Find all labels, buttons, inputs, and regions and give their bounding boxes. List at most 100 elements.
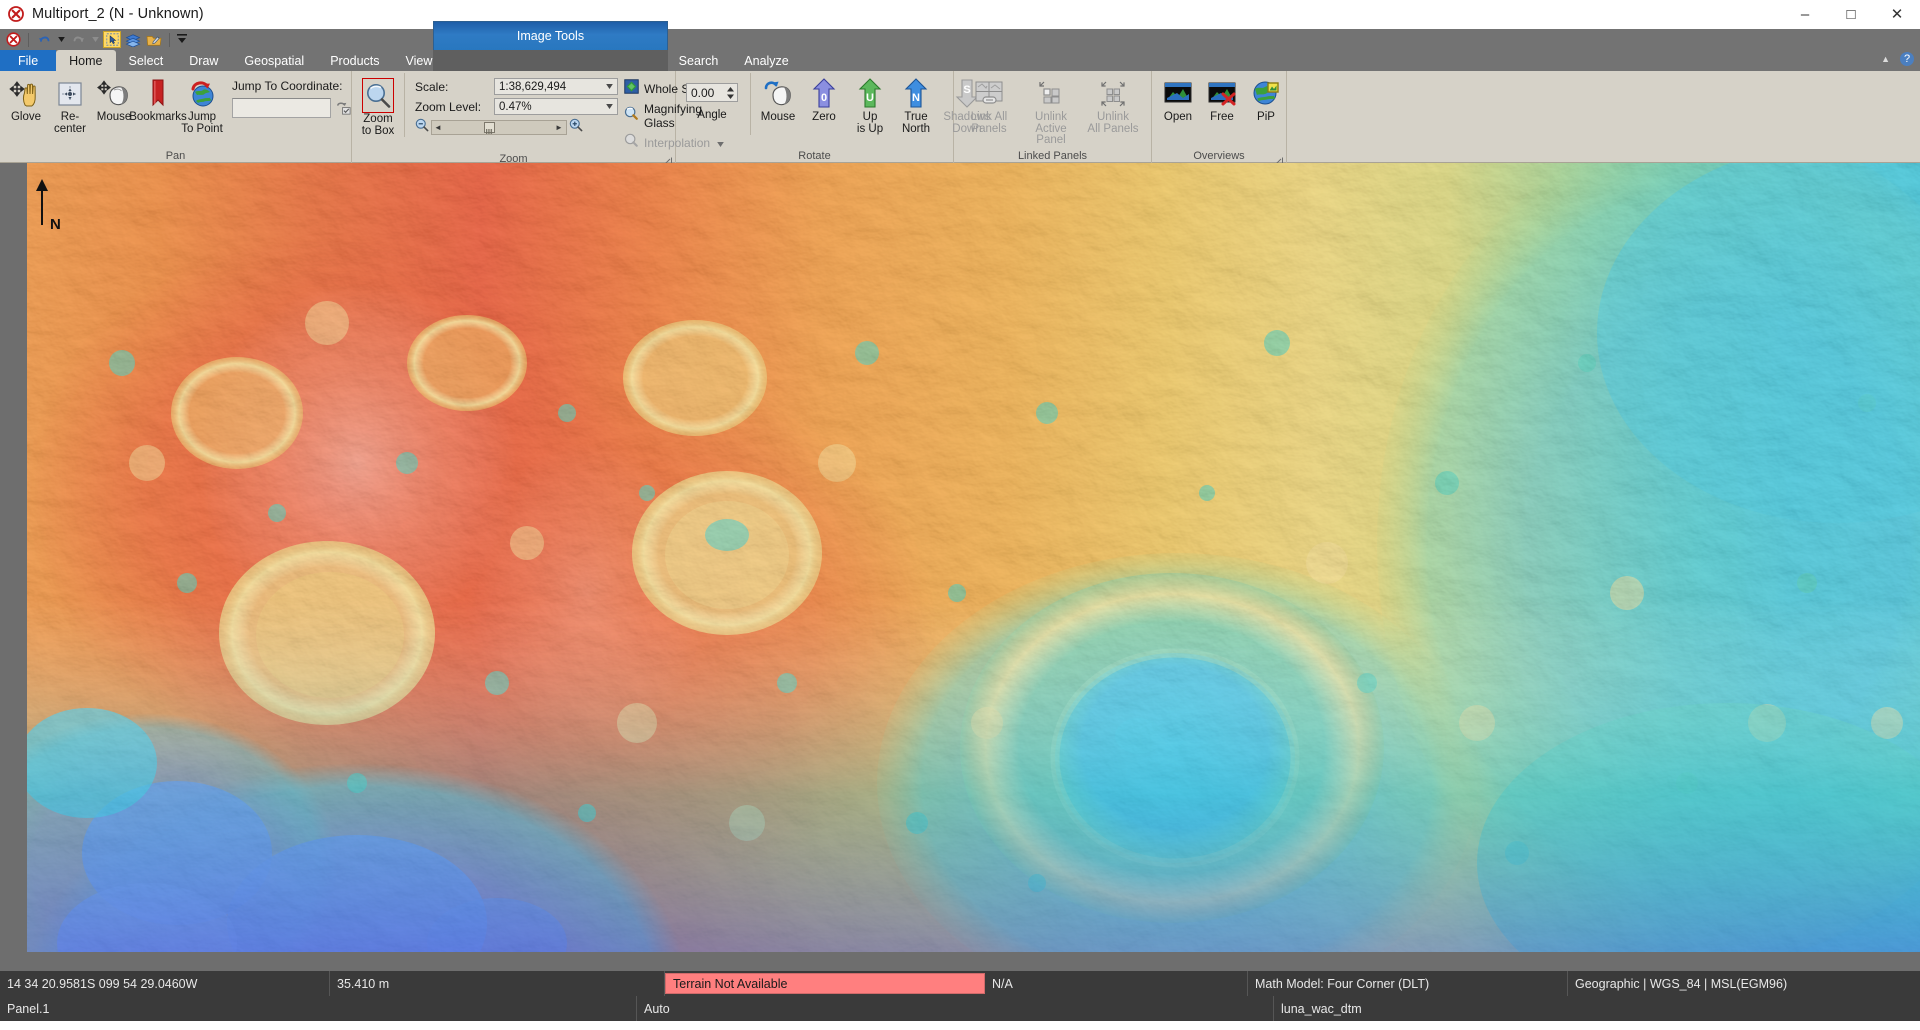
overview-free-button[interactable]: Free: [1200, 73, 1244, 124]
pan-jump-to-point-label: Jump To Point: [181, 112, 223, 135]
folder-pencil-icon[interactable]: [145, 31, 163, 48]
overview-open-label: Open: [1164, 112, 1192, 124]
pan-jump-to-point-button[interactable]: Jump To Point: [180, 73, 224, 135]
jump-to-coordinate-input[interactable]: [232, 98, 331, 118]
undo-icon[interactable]: [35, 31, 53, 48]
scale-combo[interactable]: 1:38,629,494: [494, 78, 618, 95]
map-viewport[interactable]: N: [0, 163, 1920, 971]
tab-search[interactable]: Search: [666, 50, 732, 71]
projection-readout: Geographic | WGS_84 | MSL(EGM96): [1568, 971, 1920, 996]
rotate-mouse-label: Mouse: [761, 112, 796, 124]
undo-dropdown-icon[interactable]: [56, 31, 66, 48]
jump-to-coordinate-control: Jump To Coordinate:: [224, 73, 356, 118]
angle-label: Angle: [697, 109, 726, 121]
angle-value: 0.00: [691, 86, 714, 100]
zero-arrow-icon: 0: [812, 77, 836, 110]
pan-glove-button[interactable]: Glove: [4, 73, 48, 124]
pan-glove-label: Glove: [11, 112, 41, 124]
pan-bookmarks-button[interactable]: Bookmarks: [136, 73, 180, 124]
ribbon-group-pan: Glove Re-center: [0, 71, 352, 163]
rotate-up-is-up-label: Up is Up: [857, 112, 883, 135]
ribbon-group-pan-label: Pan: [4, 150, 347, 163]
unlink-active-panel-button: Unlink Active Panel: [1020, 73, 1082, 147]
angle-control: 0.00 Angle: [680, 73, 744, 121]
rotate-up-is-up-button[interactable]: U Up is Up: [847, 73, 893, 135]
rotate-zero-label: Zero: [812, 112, 836, 124]
layer-name-readout: luna_wac_dtm: [1274, 996, 1920, 1021]
ribbon-group-linked-panels: Link All Panels Unlink Active Panel: [954, 71, 1152, 163]
maximize-button[interactable]: □: [1828, 0, 1874, 29]
ribbon-group-overviews-label: Overviews: [1156, 150, 1282, 163]
select-tool-icon[interactable]: [103, 31, 121, 48]
pan-bookmarks-label: Bookmarks: [129, 112, 187, 124]
zoom-to-box-button[interactable]: Zoom to Box: [356, 73, 400, 137]
app-menu-icon[interactable]: [4, 31, 22, 48]
zoom-level-label: Zoom Level:: [415, 100, 489, 114]
rotate-zero-button[interactable]: 0 Zero: [801, 73, 847, 135]
redo-dropdown-icon: [90, 31, 100, 48]
math-model-readout: Math Model: Four Corner (DLT): [1248, 971, 1568, 996]
ribbon-group-overviews: Open Free: [1152, 71, 1287, 163]
unlink-all-panels-button: Unlink All Panels: [1082, 73, 1144, 135]
quick-access-toolbar: [0, 29, 1920, 50]
zoom-slider[interactable]: ◄ ►: [411, 118, 618, 137]
pip-overview-icon: [1251, 77, 1281, 110]
pan-recenter-label: Re-center: [48, 112, 92, 135]
overview-pip-button[interactable]: PiP: [1244, 73, 1288, 124]
overview-open-button[interactable]: Open: [1156, 73, 1200, 124]
map-bottom-gutter: [0, 952, 1920, 971]
chevron-down-icon[interactable]: [602, 79, 617, 94]
recenter-icon: [55, 77, 85, 110]
zoom-level-combo[interactable]: 0.47%: [494, 98, 618, 115]
customize-qat-icon[interactable]: [176, 31, 188, 48]
ribbon-group-zoom: Zoom to Box Scale: 1:38,629,494: [352, 71, 676, 163]
chevron-down-icon-2[interactable]: [602, 99, 617, 114]
interpolation-icon: [624, 133, 639, 153]
rotate-mouse-button[interactable]: Mouse: [755, 73, 801, 135]
ribbon-group-rotate: 0.00 Angle: [676, 71, 954, 163]
tab-select[interactable]: Select: [116, 50, 177, 71]
contextual-tab-banner: Image Tools: [433, 21, 668, 50]
close-button[interactable]: ✕: [1874, 0, 1920, 29]
pixel-size-readout: 35.410 m: [330, 971, 665, 996]
mouse-icon: [97, 77, 131, 110]
coordinate-readout: 14 34 20.9581S 099 54 29.0460W: [0, 971, 330, 996]
tab-file[interactable]: File: [0, 50, 56, 71]
lunar-dtm-raster: [27, 163, 1920, 952]
pan-recenter-button[interactable]: Re-center: [48, 73, 92, 135]
zoom-slider-thumb[interactable]: [484, 122, 495, 133]
angle-spinner[interactable]: 0.00: [686, 83, 738, 102]
tab-draw[interactable]: Draw: [176, 50, 231, 71]
svg-text:N: N: [50, 216, 61, 233]
status-bar-row-2: Panel.1 Auto luna_wac_dtm: [0, 996, 1920, 1021]
unlink-all-panels-label: Unlink All Panels: [1087, 112, 1138, 135]
zoom-level-control: Zoom Level: 0.47%: [415, 98, 618, 115]
zoom-slider-track[interactable]: ◄ ►: [431, 120, 567, 135]
layers-icon[interactable]: [124, 31, 142, 48]
zoom-out-icon[interactable]: [415, 118, 429, 137]
tab-home[interactable]: Home: [56, 50, 115, 71]
jump-to-point-globe-icon: [187, 77, 217, 110]
unlink-all-panels-icon: [1097, 77, 1129, 110]
zoom-in-icon[interactable]: [569, 118, 583, 137]
angle-spinner-arrows[interactable]: [724, 85, 736, 100]
collapse-ribbon-icon[interactable]: ▲: [1881, 54, 1890, 64]
rotate-true-north-button[interactable]: N True North: [893, 73, 939, 135]
map-left-gutter: [0, 163, 27, 971]
help-icon[interactable]: ?: [1900, 52, 1914, 66]
map-canvas[interactable]: [27, 163, 1920, 952]
zoom-slider-left-arrow[interactable]: ◄: [432, 123, 444, 132]
scale-label: Scale:: [415, 80, 489, 94]
minimize-button[interactable]: –: [1782, 0, 1828, 29]
zoom-dialog-launcher-icon[interactable]: [663, 153, 672, 162]
scale-value: 1:38,629,494: [499, 81, 566, 93]
zoom-slider-right-arrow[interactable]: ►: [553, 123, 565, 132]
true-north-arrow-icon: N: [904, 77, 928, 110]
elevation-readout: N/A: [985, 971, 1248, 996]
overviews-dialog-launcher-icon[interactable]: [1274, 153, 1283, 162]
coordinate-picker-icon[interactable]: [334, 99, 352, 117]
tab-analyze[interactable]: Analyze: [731, 50, 801, 71]
panel-readout: Panel.1: [0, 996, 637, 1021]
tab-products[interactable]: Products: [317, 50, 392, 71]
tab-geospatial[interactable]: Geospatial: [231, 50, 317, 71]
